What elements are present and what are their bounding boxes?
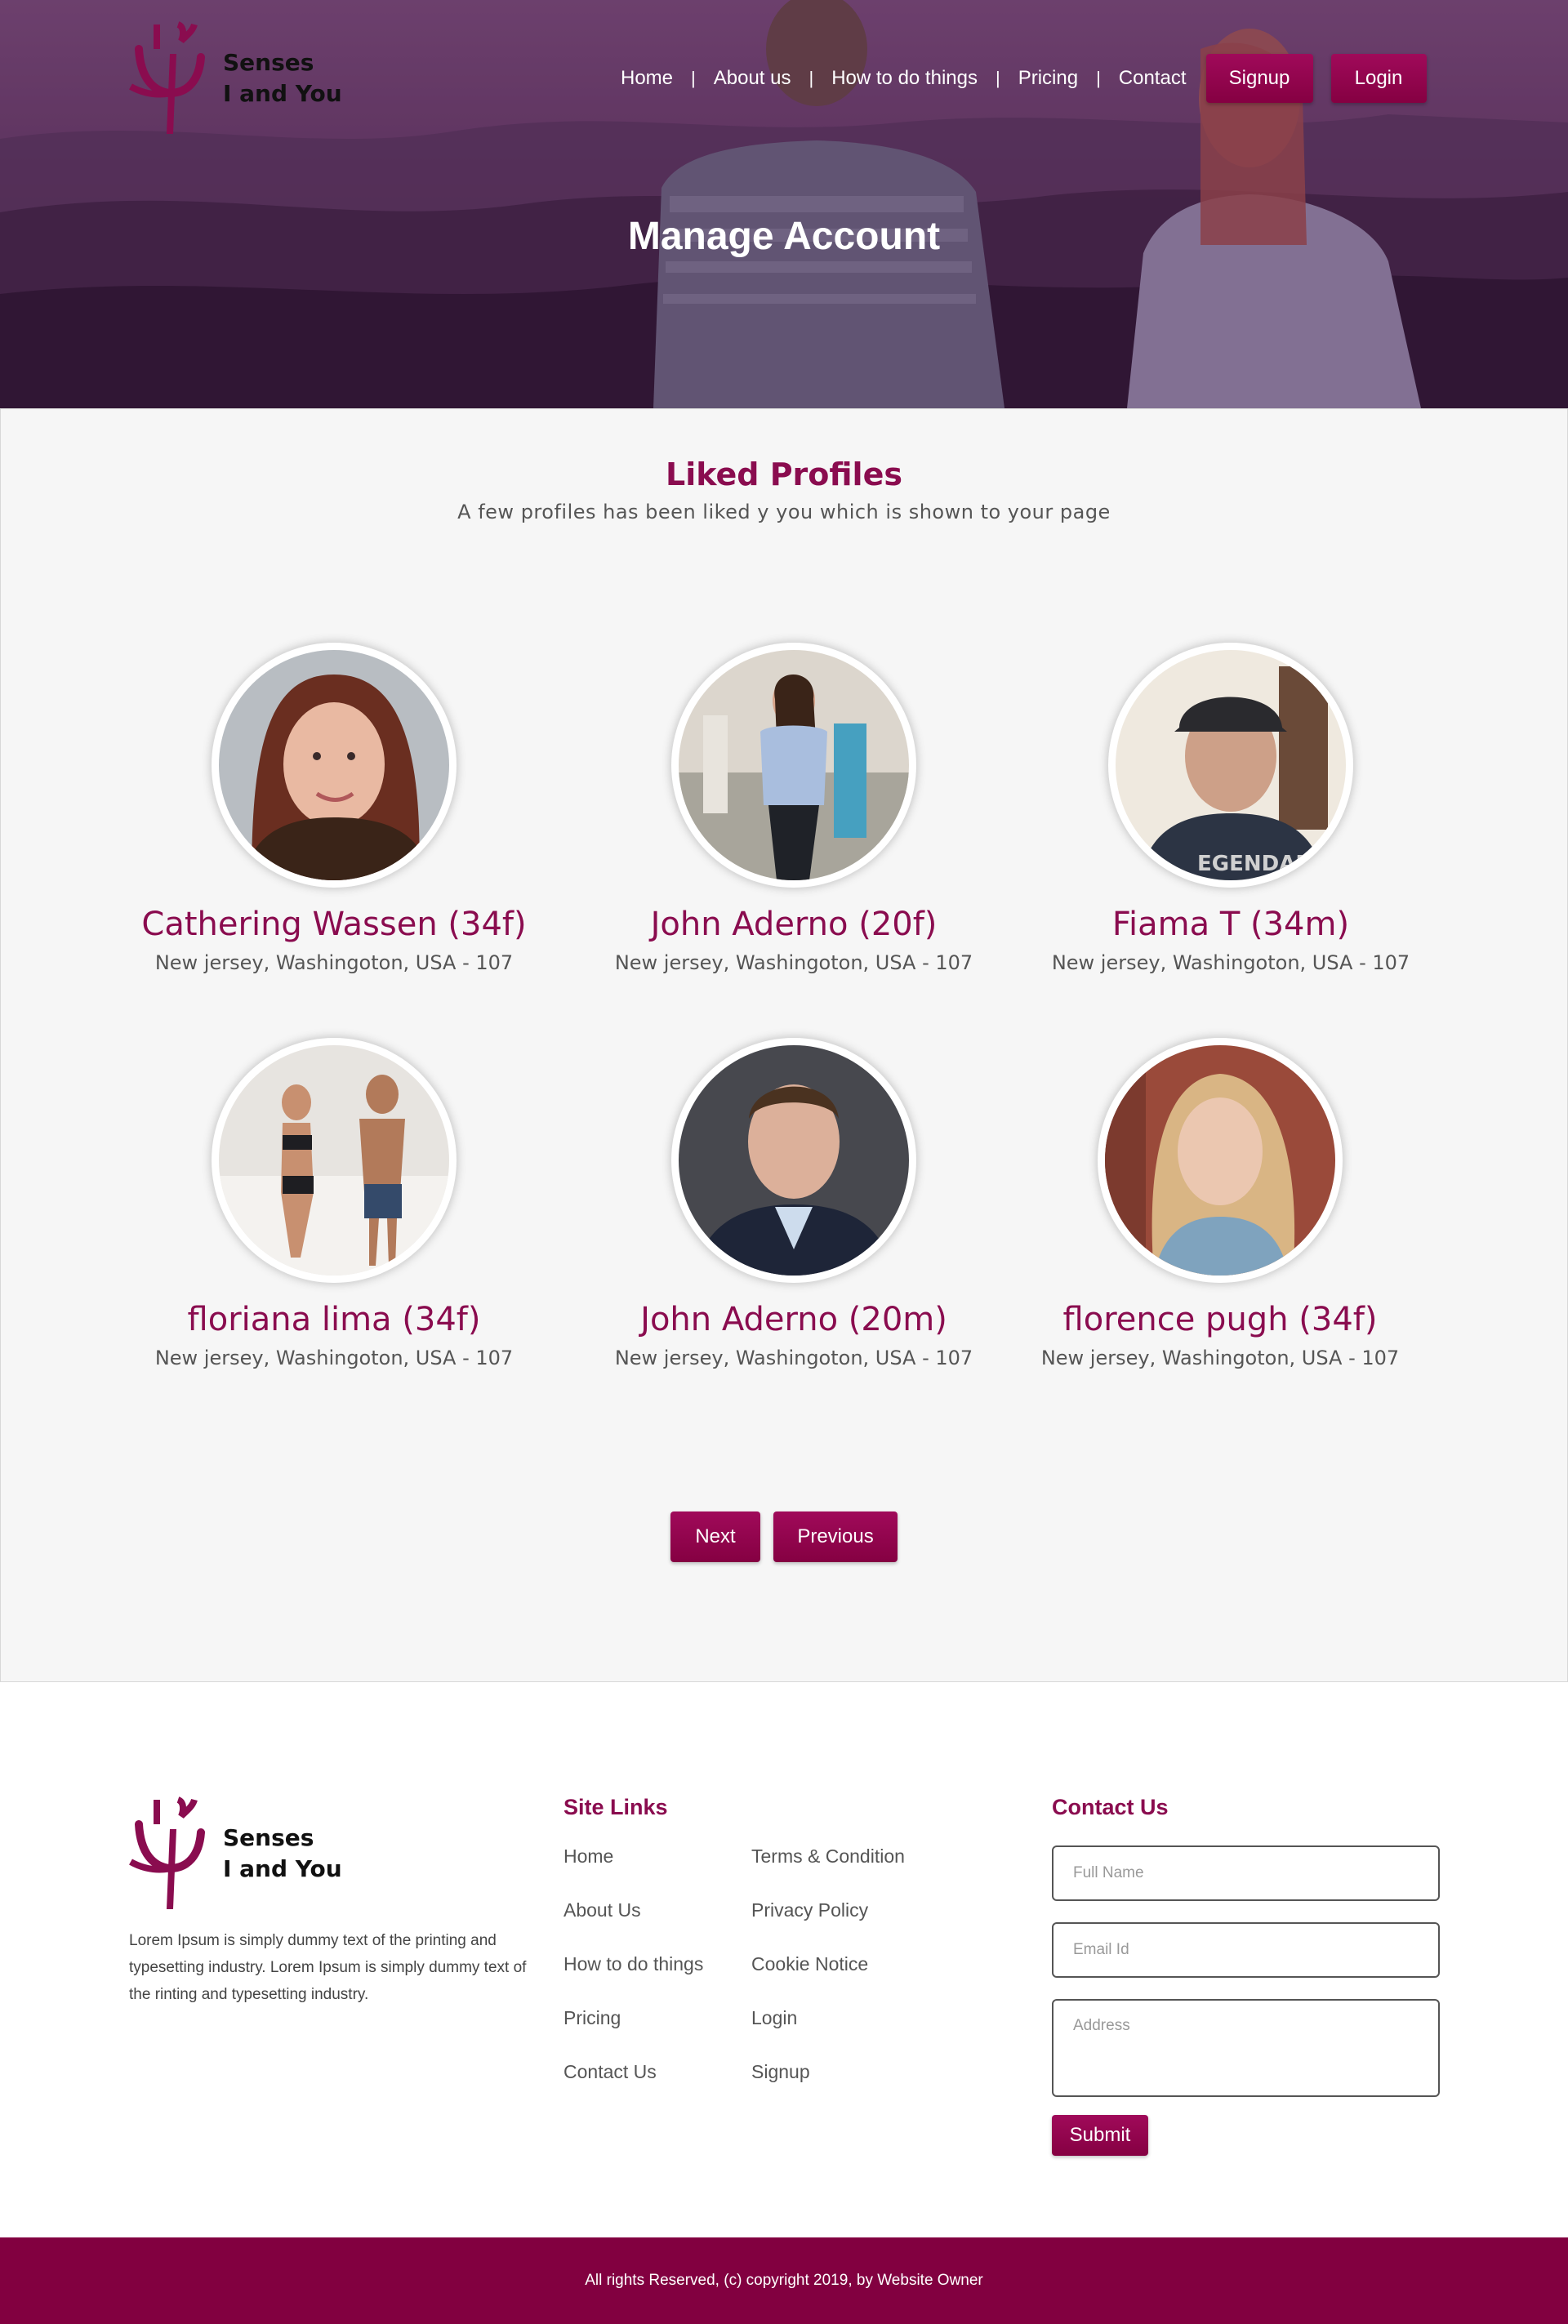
footer-link-how-to-do-things[interactable]: How to do things bbox=[564, 1953, 703, 1975]
profile-location: New jersey, Washingoton, USA - 107 bbox=[154, 951, 514, 974]
nav-separator: | bbox=[995, 68, 1000, 88]
profile-photo bbox=[679, 650, 909, 880]
profile-name[interactable]: florence pugh (34f) bbox=[1024, 1301, 1416, 1338]
brand-name: Senses I and You bbox=[223, 1823, 342, 1885]
section-title: Liked Profiles bbox=[666, 456, 902, 492]
brand-name-line2: I and You bbox=[223, 1855, 342, 1882]
svg-text:EGENDARY: EGENDARY bbox=[1197, 852, 1327, 876]
avatar[interactable]: EGENDARY bbox=[1108, 643, 1353, 888]
nav-pricing[interactable]: Pricing bbox=[1018, 67, 1078, 90]
footer-link-contact-us[interactable]: Contact Us bbox=[564, 2061, 657, 2083]
footer-link-cookie[interactable]: Cookie Notice bbox=[751, 1953, 868, 1975]
profile-name[interactable]: Cathering Wassen (34f) bbox=[138, 906, 530, 943]
section-subtitle: A few profiles has been liked y you whic… bbox=[457, 501, 1111, 523]
avatar[interactable] bbox=[671, 643, 916, 888]
signup-button[interactable]: Signup bbox=[1205, 54, 1313, 103]
address-field[interactable] bbox=[1052, 1999, 1440, 2097]
nav-separator: | bbox=[691, 68, 696, 88]
logo-mark-icon bbox=[129, 1796, 205, 1909]
footer-about-text: Lorem Ipsum is simply dummy text of the … bbox=[129, 1932, 527, 2003]
nav-separator: | bbox=[1096, 68, 1101, 88]
brand-name-line2: I and You bbox=[223, 80, 342, 107]
avatar[interactable] bbox=[671, 1038, 916, 1283]
profile-card[interactable]: floriana lima (34f) New jersey, Washingo… bbox=[138, 1038, 530, 1369]
footer-link-login[interactable]: Login bbox=[751, 2007, 797, 2029]
profile-name[interactable]: Fiama T (34m) bbox=[1035, 906, 1427, 943]
profile-name[interactable]: John Aderno (20f) bbox=[598, 906, 990, 943]
footer-link-privacy[interactable]: Privacy Policy bbox=[751, 1899, 868, 1921]
nav-home[interactable]: Home bbox=[621, 67, 673, 90]
brand-name: Senses I and You bbox=[223, 47, 342, 109]
footer-link-pricing[interactable]: Pricing bbox=[564, 2007, 621, 2029]
brand-name-line1: Senses bbox=[223, 1824, 314, 1851]
copyright-text: All rights Reserved, (c) copyright 2019,… bbox=[585, 2272, 983, 2289]
main-nav: Home | About us | How to do things | Pri… bbox=[621, 52, 1427, 105]
brand-name-line1: Senses bbox=[223, 49, 314, 76]
footer: Senses I and You Lorem Ipsum is simply d… bbox=[0, 1682, 1568, 2237]
avatar[interactable] bbox=[212, 1038, 457, 1283]
copyright-bar: All rights Reserved, (c) copyright 2019,… bbox=[0, 2237, 1568, 2324]
profile-card[interactable]: Cathering Wassen (34f) New jersey, Washi… bbox=[138, 643, 530, 974]
submit-button[interactable]: Submit bbox=[1052, 2115, 1148, 2156]
site-links-title: Site Links bbox=[564, 1795, 668, 1819]
logo-mark-icon bbox=[129, 21, 205, 134]
footer-link-signup[interactable]: Signup bbox=[751, 2061, 810, 2083]
nav-how-to-do-things[interactable]: How to do things bbox=[831, 67, 978, 90]
contact-us-title: Contact Us bbox=[1052, 1795, 1169, 1819]
email-field[interactable] bbox=[1052, 1922, 1440, 1978]
hero-banner: Senses I and You Home | About us | How t… bbox=[0, 0, 1568, 408]
profile-photo bbox=[679, 1045, 909, 1276]
profile-photo: EGENDARY bbox=[1116, 650, 1346, 880]
profile-card[interactable]: John Aderno (20f) New jersey, Washingoto… bbox=[598, 643, 990, 974]
profile-name[interactable]: floriana lima (34f) bbox=[138, 1301, 530, 1338]
nav-contact[interactable]: Contact bbox=[1119, 67, 1187, 90]
footer-logo[interactable]: Senses I and You bbox=[129, 1796, 342, 1911]
footer-link-about-us[interactable]: About Us bbox=[564, 1899, 641, 1921]
footer-link-terms[interactable]: Terms & Condition bbox=[751, 1845, 905, 1868]
profile-photo bbox=[1105, 1045, 1335, 1276]
profile-photo bbox=[219, 650, 449, 880]
profile-location: New jersey, Washingoton, USA - 107 bbox=[614, 1347, 973, 1369]
avatar[interactable] bbox=[212, 643, 457, 888]
profile-card[interactable]: florence pugh (34f) New jersey, Washingo… bbox=[1024, 1038, 1416, 1369]
liked-profiles-section: Liked Profiles A few profiles has been l… bbox=[0, 408, 1568, 1682]
page-title: Manage Account bbox=[627, 215, 941, 258]
profile-card[interactable]: EGENDARY Fiama T (34m) New jersey, Washi… bbox=[1035, 643, 1427, 974]
footer-link-home[interactable]: Home bbox=[564, 1845, 613, 1868]
profile-card[interactable]: John Aderno (20m) New jersey, Washingoto… bbox=[598, 1038, 990, 1369]
profile-photo bbox=[219, 1045, 449, 1276]
nav-separator: | bbox=[808, 68, 814, 88]
profile-location: New jersey, Washingoton, USA - 107 bbox=[1051, 951, 1410, 974]
login-button[interactable]: Login bbox=[1330, 54, 1427, 103]
header-logo[interactable]: Senses I and You bbox=[129, 21, 342, 136]
full-name-field[interactable] bbox=[1052, 1845, 1440, 1901]
previous-button[interactable]: Previous bbox=[773, 1511, 898, 1562]
avatar[interactable] bbox=[1098, 1038, 1343, 1283]
profile-location: New jersey, Washingoton, USA - 107 bbox=[154, 1347, 514, 1369]
profile-location: New jersey, Washingoton, USA - 107 bbox=[614, 951, 973, 974]
profile-name[interactable]: John Aderno (20m) bbox=[598, 1301, 990, 1338]
profile-location: New jersey, Washingoton, USA - 107 bbox=[1040, 1347, 1400, 1369]
pagination: Next Previous bbox=[1, 1511, 1567, 1562]
nav-about-us[interactable]: About us bbox=[714, 67, 791, 90]
next-button[interactable]: Next bbox=[670, 1511, 760, 1562]
